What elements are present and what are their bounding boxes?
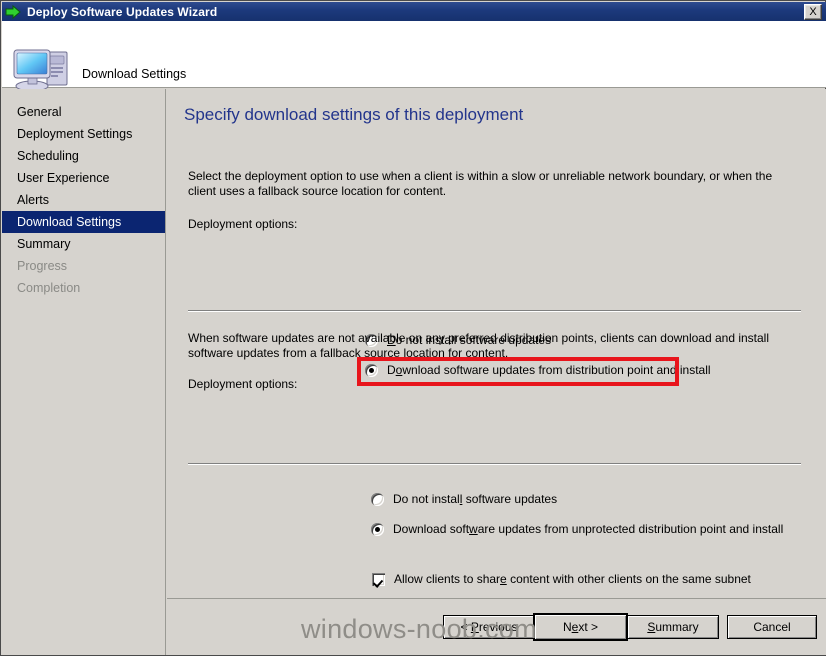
window-title: Deploy Software Updates Wizard xyxy=(27,4,218,19)
section-divider-1 xyxy=(188,310,801,312)
wizard-footer: < Previous Next > Summary Cancel xyxy=(167,598,826,655)
checkbox-checked-icon xyxy=(372,572,385,586)
sidebar-item-alerts[interactable]: Alerts xyxy=(2,189,165,211)
radio-download-from-unprotected-dp[interactable]: Download software updates from unprotect… xyxy=(371,522,783,536)
green-arrow-icon xyxy=(5,4,21,19)
sidebar-item-progress: Progress xyxy=(17,259,68,273)
radio-circle-selected-icon xyxy=(371,522,384,536)
wizard-step-sidebar: General Deployment Settings Scheduling U… xyxy=(2,89,166,655)
intro-description: Select the deployment option to use when… xyxy=(188,169,773,198)
sidebar-item-completion: Completion xyxy=(17,281,81,295)
wizard-content-panel: Specify download settings of this deploy… xyxy=(167,89,826,598)
header-title: Download Settings xyxy=(82,67,187,81)
sidebar-item-user-experience[interactable]: User Experience xyxy=(2,167,165,189)
title-bar: Deploy Software Updates Wizard X xyxy=(2,2,826,21)
radio-label-do-not-install-2: Do not install software updates xyxy=(393,492,558,506)
radio-circle-icon xyxy=(371,492,384,506)
sidebar-item-general[interactable]: General xyxy=(2,101,165,123)
radio-do-not-install-2[interactable]: Do not install software updates xyxy=(371,492,557,506)
checkbox-allow-share-content[interactable]: Allow clients to share content with othe… xyxy=(372,572,751,586)
next-button[interactable]: Next > xyxy=(533,613,628,641)
sidebar-item-download-settings[interactable]: Download Settings xyxy=(2,211,165,233)
deployment-options-label-2: Deployment options: xyxy=(188,377,298,391)
radio-label-download-from-unprotected-dp: Download software updates from unprotect… xyxy=(393,522,784,536)
wizard-header: Download Settings xyxy=(2,21,826,92)
cancel-button[interactable]: Cancel xyxy=(727,615,817,639)
checkbox-label-allow-share-content: Allow clients to share content with othe… xyxy=(394,572,751,586)
deployment-options-label-1: Deployment options: xyxy=(188,217,298,231)
previous-button[interactable]: < Previous xyxy=(443,615,535,639)
radio-circle-selected-icon xyxy=(365,363,378,377)
section-divider-2 xyxy=(188,463,801,465)
wizard-window: Deploy Software Updates Wizard X Downloa xyxy=(0,0,826,656)
sidebar-item-summary[interactable]: Summary xyxy=(2,233,165,255)
computer-monitor-icon xyxy=(13,49,68,92)
close-icon[interactable]: X xyxy=(804,4,822,20)
summary-button[interactable]: Summary xyxy=(627,615,719,639)
radio-download-from-dp[interactable]: Download software updates from distribut… xyxy=(365,363,711,377)
sidebar-item-deployment-settings[interactable]: Deployment Settings xyxy=(2,123,165,145)
page-title: Specify download settings of this deploy… xyxy=(184,105,524,124)
fallback-description: When software updates are not available … xyxy=(188,331,770,360)
radio-label-download-from-dp: Download software updates from distribut… xyxy=(387,363,711,377)
sidebar-item-scheduling[interactable]: Scheduling xyxy=(2,145,165,167)
